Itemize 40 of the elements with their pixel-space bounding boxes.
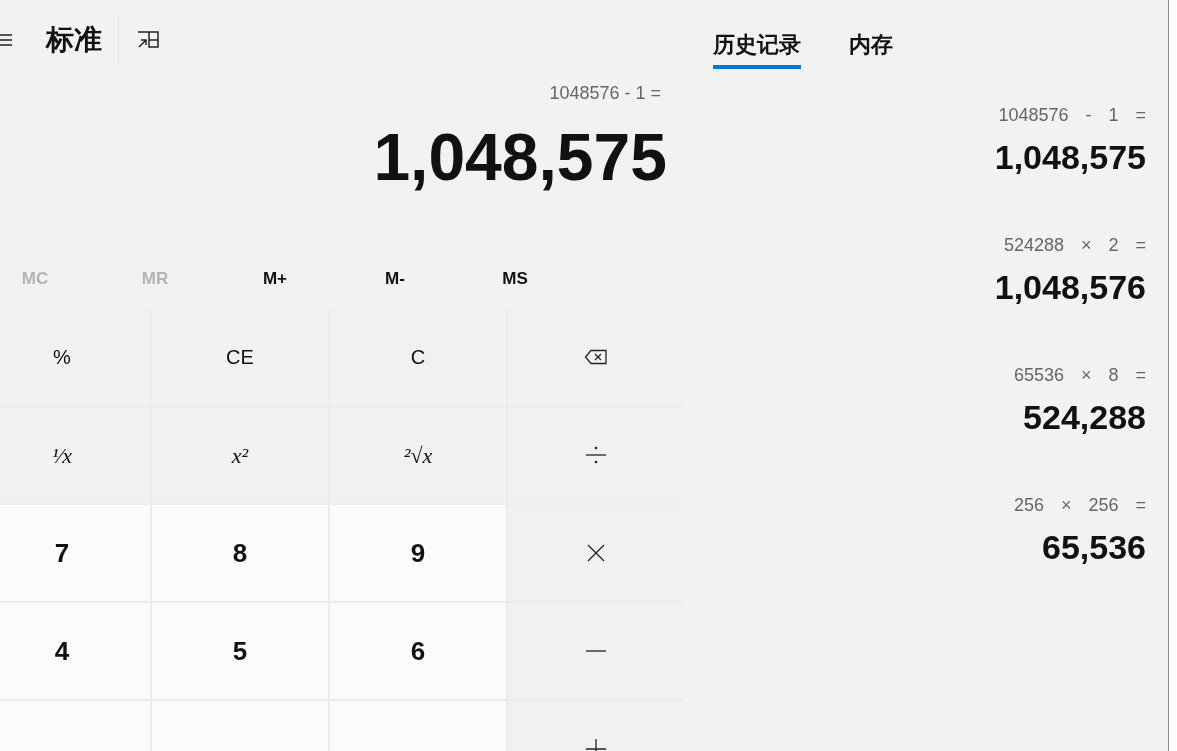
digit-key[interactable]: 8 [152, 505, 328, 601]
digit-key[interactable]: 9 [330, 505, 506, 601]
digit-key[interactable]: 6 [330, 603, 506, 699]
panel-tab[interactable]: 历史记录 [713, 28, 801, 69]
history-item[interactable]: 1048576 - 1 = 1,048,575 [994, 102, 1146, 232]
function-key[interactable]: ²√x [330, 407, 506, 503]
multiply-key[interactable] [508, 505, 684, 601]
history-result: 1,048,576 [994, 267, 1146, 308]
backspace-icon [584, 349, 608, 365]
function-key[interactable]: x² [152, 407, 328, 503]
history-expression: 256 × 256 = [1013, 494, 1146, 517]
memory-button[interactable]: M+ [215, 259, 335, 299]
panel-tab[interactable]: 内存 [849, 28, 893, 69]
expression-text: 1048576 - 1 = [549, 82, 662, 105]
history-item[interactable]: 256 × 256 = 65,536 [1013, 492, 1146, 622]
minus-key[interactable] [508, 603, 684, 699]
function-key[interactable]: CE [152, 309, 328, 405]
history-expression: 524288 × 2 = [1003, 234, 1146, 257]
digit-key[interactable]: 5 [152, 603, 328, 699]
result-display: 1,048,575 [373, 119, 667, 196]
history-item[interactable]: 65536 × 8 = 524,288 [1013, 362, 1146, 492]
history-item[interactable]: 524288 × 2 = 1,048,576 [994, 232, 1146, 362]
divide-icon [585, 444, 607, 466]
memory-button[interactable]: MS [455, 259, 575, 299]
divide-key[interactable] [508, 407, 684, 503]
digit-key[interactable]: 4 [0, 603, 150, 699]
function-key[interactable]: ¹⁄x [0, 407, 150, 503]
memory-button[interactable]: M- [335, 259, 455, 299]
function-key[interactable]: C [330, 309, 506, 405]
history-result: 524,288 [1023, 397, 1146, 438]
history-expression: 1048576 - 1 = [998, 104, 1146, 127]
multiply-icon [587, 544, 605, 562]
digit-key[interactable]: 7 [0, 505, 150, 601]
history-expression: 65536 × 8 = [1013, 364, 1146, 387]
mode-title: 标准 [46, 23, 102, 57]
minus-icon [586, 650, 606, 652]
keep-on-top-icon[interactable] [137, 30, 159, 50]
function-key[interactable]: % [0, 309, 150, 405]
history-result: 1,048,575 [994, 137, 1146, 178]
history-result: 65,536 [1042, 527, 1146, 568]
